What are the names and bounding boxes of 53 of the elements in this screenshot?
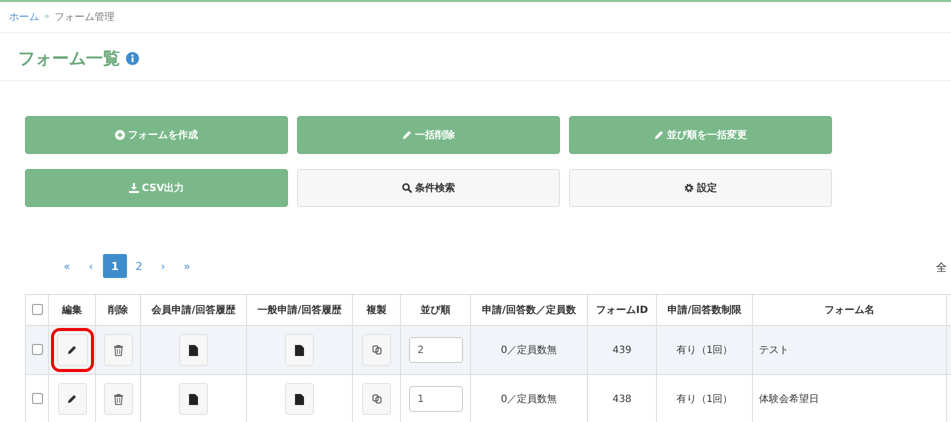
settings-icon xyxy=(684,183,694,193)
general-history-button[interactable] xyxy=(285,334,314,366)
order-input[interactable]: 2 xyxy=(408,337,462,363)
copy-icon xyxy=(372,394,382,404)
breadcrumb-separator-icon: » xyxy=(44,12,50,22)
delete-button[interactable] xyxy=(104,334,132,366)
document-icon xyxy=(295,394,304,404)
plus-circle-icon xyxy=(115,130,125,140)
select-all-checkbox[interactable] xyxy=(32,304,42,316)
member-history-button[interactable] xyxy=(179,383,208,415)
page-link[interactable]: 1 xyxy=(103,254,127,278)
next-page-link[interactable]: › xyxy=(151,254,175,278)
pencil-icon xyxy=(654,130,664,140)
table-cell: 439 xyxy=(588,326,656,374)
table-cell: 有り（1回） xyxy=(656,326,752,374)
general-history-button[interactable] xyxy=(285,383,314,415)
row-checkbox[interactable] xyxy=(32,344,42,356)
download-icon xyxy=(128,183,139,193)
page-title: フォーム一覧 xyxy=(18,48,120,70)
action-button[interactable]: CSV出力 xyxy=(25,169,288,207)
row-checkbox[interactable] xyxy=(32,393,42,404)
edit-button[interactable] xyxy=(58,383,86,415)
breadcrumb-item[interactable]: ホーム xyxy=(9,10,39,24)
total-label: 全 xyxy=(936,260,947,275)
first-page-link[interactable]: « xyxy=(55,254,79,278)
copy-button[interactable] xyxy=(362,334,391,366)
trash-icon xyxy=(114,344,122,356)
table-cell: 0／定員数無 xyxy=(470,326,588,374)
pencil-icon xyxy=(67,394,77,404)
pencil-icon xyxy=(402,130,412,140)
action-button[interactable]: 一括削除 xyxy=(297,116,560,154)
order-input[interactable]: 1 xyxy=(408,386,462,412)
document-icon xyxy=(295,344,304,356)
trash-icon xyxy=(114,394,122,404)
table-cell: テスト xyxy=(752,326,946,374)
copy-button[interactable] xyxy=(362,383,391,415)
column-header: フォーム名 xyxy=(752,294,946,326)
search-icon xyxy=(402,183,412,193)
breadcrumb-item: フォーム管理 xyxy=(54,11,115,24)
document-icon xyxy=(189,394,198,404)
action-button[interactable]: 設定 xyxy=(569,169,832,207)
copy-icon xyxy=(372,345,382,355)
action-button[interactable]: 条件検索 xyxy=(297,169,560,207)
delete-button[interactable] xyxy=(104,383,132,415)
member-history-button[interactable] xyxy=(179,334,208,366)
action-button[interactable]: フォームを作成 xyxy=(25,116,288,154)
document-icon xyxy=(189,344,198,356)
last-page-link[interactable]: » xyxy=(175,254,199,278)
page-link[interactable]: 2 xyxy=(127,254,151,278)
prev-page-link[interactable]: ‹ xyxy=(79,254,103,278)
action-button[interactable]: 並び順を一括変更 xyxy=(569,116,832,154)
pencil-icon xyxy=(67,345,77,355)
info-icon[interactable] xyxy=(126,52,139,65)
